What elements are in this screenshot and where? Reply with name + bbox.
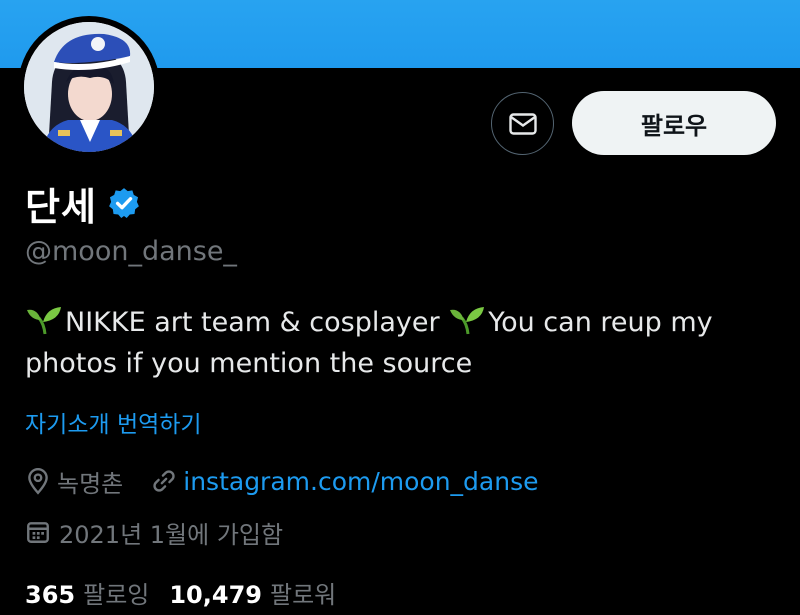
location-text: 녹명촌 bbox=[57, 469, 124, 498]
seedling-icon bbox=[27, 307, 61, 335]
joined-item: 2021년 1월에 가입함 bbox=[25, 515, 283, 549]
followers-label: 팔로워 bbox=[269, 580, 337, 609]
location-item: 녹명촌 bbox=[25, 464, 123, 499]
joined-text: 2021년 1월에 가입함 bbox=[59, 520, 284, 549]
website-item: instagram.com/moon_danse bbox=[151, 467, 539, 496]
following-label: 팔로잉 bbox=[83, 580, 150, 609]
translate-bio-link[interactable]: 자기소개 번역하기 bbox=[25, 405, 202, 439]
verified-badge-icon[interactable] bbox=[107, 186, 141, 220]
link-icon bbox=[153, 470, 175, 492]
profile-bio: NIKKE art team & cosplayer You can reup … bbox=[25, 302, 785, 384]
seedling-icon bbox=[450, 307, 485, 335]
bio-text-1: NIKKE art team & cosplayer bbox=[65, 307, 449, 338]
name-row: 단세 bbox=[25, 180, 141, 229]
profile-meta: 녹명촌 instagram.com/moon_danse bbox=[25, 464, 567, 498]
avatar-image bbox=[24, 22, 154, 152]
followers-count: 10,479 bbox=[169, 580, 262, 609]
follow-stats: 365 팔로잉 10,479 팔로워 bbox=[25, 572, 356, 612]
following-count: 365 bbox=[25, 580, 76, 609]
follow-button[interactable]: 팔로우 bbox=[572, 91, 776, 155]
location-pin-icon bbox=[28, 467, 48, 495]
website-link[interactable]: instagram.com/moon_danse bbox=[183, 467, 538, 496]
message-button[interactable] bbox=[491, 92, 554, 155]
user-handle: @moon_danse_ bbox=[25, 236, 237, 267]
calendar-icon bbox=[27, 522, 49, 543]
avatar[interactable] bbox=[24, 22, 154, 152]
display-name: 단세 bbox=[25, 184, 97, 229]
followers-stat[interactable]: 10,479 팔로워 bbox=[169, 575, 336, 610]
envelope-icon bbox=[508, 112, 537, 135]
following-stat[interactable]: 365 팔로잉 bbox=[25, 575, 149, 610]
